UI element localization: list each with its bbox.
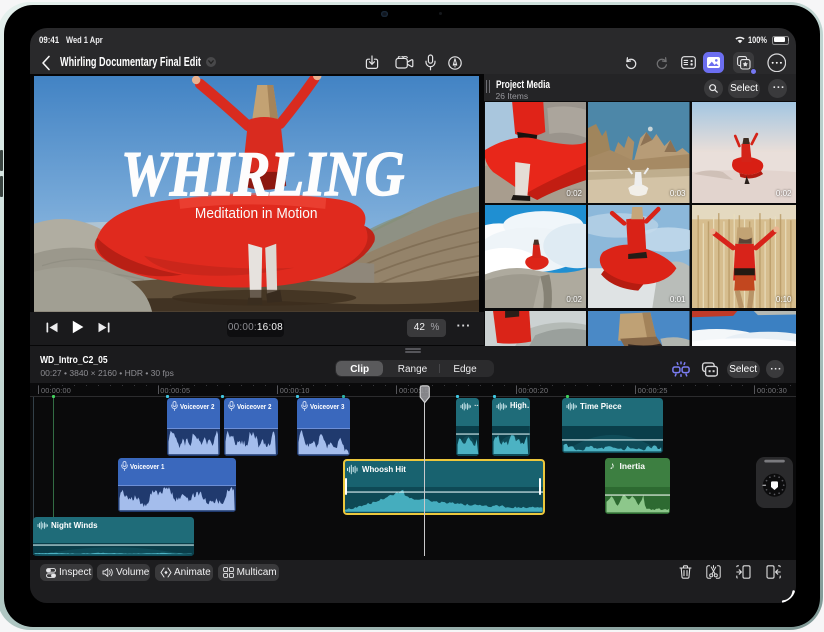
svg-text:WHIRLING: WHIRLING xyxy=(121,138,404,209)
svg-text:Meditation in Motion: Meditation in Motion xyxy=(195,205,318,222)
